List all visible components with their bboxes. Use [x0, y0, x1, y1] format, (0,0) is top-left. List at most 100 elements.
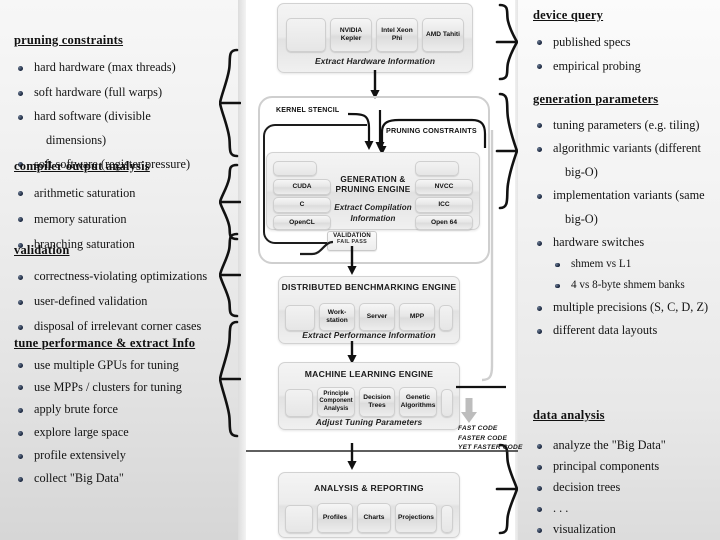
- ml-chip-ghost-left: ·: [285, 389, 313, 417]
- validation-fail-loopback: [300, 240, 334, 263]
- list-item: analyze the "Big Data": [553, 438, 666, 452]
- engine-chip-cuda[interactable]: CUDA: [273, 179, 331, 195]
- engine-box-title: GENERATION & PRUNING ENGINE: [335, 175, 411, 195]
- report-chip-profiles[interactable]: Profiles: [317, 503, 353, 533]
- benchmark-box-caption: Extract Performance Information: [302, 330, 436, 340]
- list-item: collect "Big Data": [34, 471, 124, 485]
- list-item: . . .: [553, 501, 569, 515]
- bullet-icon: [537, 485, 542, 491]
- list-item: published specs: [553, 35, 631, 49]
- left-list-validation: correctness-violating optimizations user…: [14, 264, 207, 339]
- list-item-continuation: big-O): [565, 165, 598, 179]
- list-item: multiple precisions (S, C, D, Z): [553, 300, 709, 314]
- ml-chip-pca[interactable]: Principle Component Analysis: [317, 387, 355, 417]
- bullet-icon: [18, 65, 23, 71]
- hardware-box-caption: Extract Hardware Information: [314, 56, 436, 66]
- machine-learning-engine-box: MACHINE LEARNING ENGINE · Principle Comp…: [278, 362, 460, 430]
- list-item: implementation variants (same: [553, 188, 705, 202]
- arrow-into-engine: [375, 110, 385, 157]
- hardware-chip-intel[interactable]: Intel Xeon Phi: [376, 18, 418, 52]
- bullet-icon: [18, 476, 23, 482]
- list-item: hard software (divisible: [34, 109, 151, 123]
- engine-chip-ghost-topright: ·: [415, 161, 459, 176]
- list-item: algorithmic variants (different: [553, 141, 701, 155]
- right-group-generation-parameters: generation parameters tuning parameters …: [533, 92, 708, 342]
- right-heading-generation-parameters: generation parameters: [533, 92, 659, 106]
- hardware-chip-amd[interactable]: AMD Tahiti: [422, 18, 464, 52]
- benchmark-box-title: DISTRIBUTED BENCHMARKING ENGINE: [281, 282, 457, 292]
- bullet-icon: [18, 407, 23, 413]
- list-item: shmem vs L1: [571, 258, 632, 270]
- list-item: correctness-violating optimizations: [34, 269, 208, 283]
- benchmark-chip-mpp[interactable]: MPP: [399, 303, 435, 331]
- bullet-icon: [537, 506, 542, 512]
- list-item: arithmetic saturation: [34, 186, 136, 200]
- reporting-separator-line: [246, 440, 518, 458]
- slide-canvas: pruning constraints hard hardware (max t…: [0, 0, 720, 540]
- bullet-icon: [537, 328, 542, 334]
- ml-box-title: MACHINE LEARNING ENGINE: [304, 369, 434, 379]
- engine-chip-nvcc[interactable]: NVCC: [415, 179, 473, 195]
- bullet-icon: [537, 240, 542, 246]
- benchmark-chip-ghost-right: ·: [439, 305, 453, 331]
- ml-chip-ghost-right: ·: [441, 389, 453, 417]
- report-chip-charts[interactable]: Charts: [357, 503, 391, 533]
- ml-chip-genetic-algorithms[interactable]: Genetic Algorithms: [399, 387, 437, 417]
- right-group-device-query: device query published specs empirical p…: [533, 8, 641, 78]
- report-chip-ghost-right: ·: [441, 505, 453, 533]
- right-heading-device-query: device query: [533, 8, 604, 22]
- right-heading-data-analysis: data analysis: [533, 408, 605, 422]
- hardware-chip-ghost-left: ·: [286, 18, 326, 52]
- bullet-icon: [18, 430, 23, 436]
- kernel-stencil-label: KERNEL STENCIL: [276, 107, 340, 114]
- analysis-reporting-box: ANALYSIS & REPORTING · Profiles Charts P…: [278, 472, 460, 538]
- validation-status: FAIL PASS: [336, 239, 368, 245]
- list-item: hardware switches: [553, 235, 645, 249]
- hardware-info-box: · NVIDIA Kepler Intel Xeon Phi AMD Tahit…: [277, 3, 473, 73]
- bullet-icon: [537, 527, 542, 533]
- hardware-chip-nvidia[interactable]: NVIDIA Kepler: [330, 18, 372, 52]
- right-list-data-analysis: analyze the "Big Data" principal compone…: [533, 435, 666, 540]
- list-item: explore large space: [34, 425, 129, 439]
- engine-chip-ghost-topleft: ·: [273, 161, 317, 176]
- left-list-pruning-constraints: hard hardware (max threads) soft hardwar…: [14, 55, 190, 176]
- brace-tune-performance: [219, 320, 241, 438]
- ml-box-caption: Adjust Tuning Parameters: [315, 417, 423, 427]
- engine-chip-opencl[interactable]: OpenCL: [273, 215, 331, 230]
- bullet-icon: [537, 443, 542, 449]
- left-list-tune-performance: use multiple GPUs for tuning use MPPs / …: [14, 354, 195, 490]
- left-heading-pruning-constraints: pruning constraints: [14, 33, 124, 47]
- brace-device-query: [494, 3, 518, 81]
- benchmark-chip-server[interactable]: Server: [359, 303, 395, 331]
- left-heading-compiler-output-analysis: compiler output analysis: [14, 159, 150, 173]
- left-group-tune-performance: tune performance & extract Info use mult…: [14, 336, 195, 490]
- engine-chip-open64[interactable]: Open 64: [415, 215, 473, 230]
- engine-chip-c[interactable]: C: [273, 197, 331, 213]
- bullet-icon: [18, 191, 23, 196]
- bullet-icon: [18, 217, 23, 222]
- list-item: soft hardware (full warps): [34, 85, 163, 99]
- report-chip-ghost-left: ·: [285, 505, 313, 533]
- bullet-icon: [555, 283, 560, 288]
- engine-chip-icc[interactable]: ICC: [415, 197, 473, 213]
- left-heading-tune-performance: tune performance & extract Info: [14, 336, 196, 350]
- list-item: 4 vs 8-byte shmem banks: [571, 279, 685, 291]
- bullet-icon: [18, 114, 23, 120]
- bullet-icon: [537, 123, 542, 128]
- bullet-icon: [18, 90, 23, 96]
- right-group-data-analysis: data analysis analyze the "Big Data" pri…: [533, 408, 666, 540]
- bullet-icon: [18, 274, 23, 280]
- list-item: visualization: [553, 522, 616, 536]
- bullet-icon: [537, 146, 542, 152]
- report-chip-projections[interactable]: Projections: [395, 503, 437, 533]
- list-item: tuning parameters (e.g. tiling): [553, 118, 700, 132]
- bullet-icon: [537, 40, 542, 45]
- bullet-icon: [18, 453, 23, 459]
- right-list-device-query: published specs empirical probing: [533, 30, 641, 78]
- brace-pruning-constraints: [219, 48, 241, 158]
- benchmark-chip-workstation[interactable]: Work-station: [319, 303, 355, 331]
- bullet-icon: [537, 464, 542, 470]
- brace-compiler-output-analysis: [219, 163, 241, 241]
- ml-chip-decision-trees[interactable]: Decision Trees: [359, 387, 395, 417]
- left-heading-validation: validation: [14, 243, 70, 257]
